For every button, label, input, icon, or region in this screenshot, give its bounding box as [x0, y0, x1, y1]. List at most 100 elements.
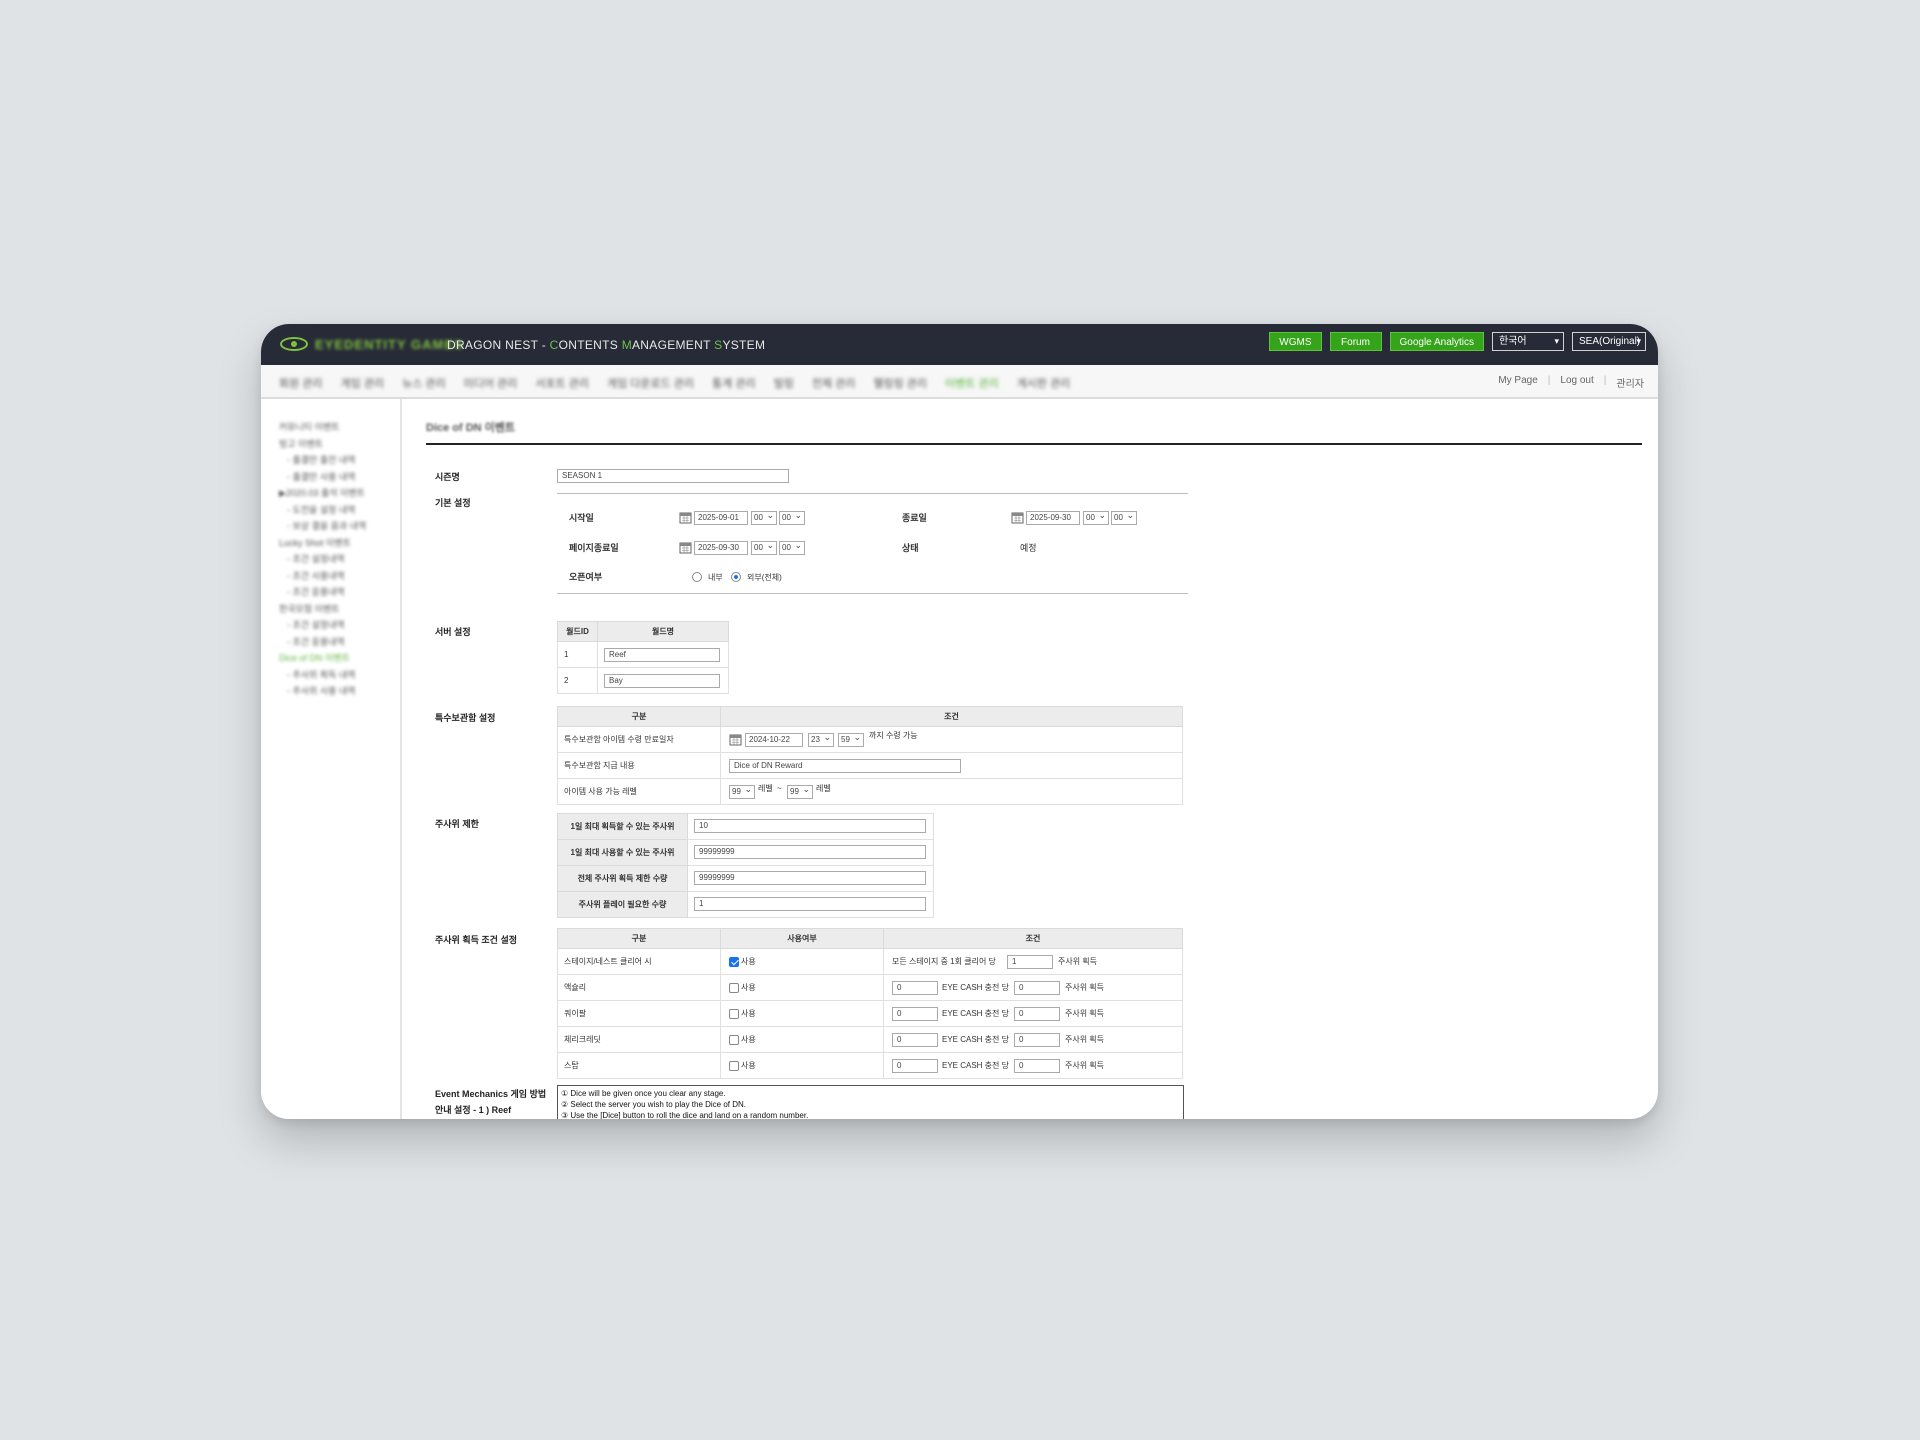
language-select[interactable]: 한국어 — [1492, 332, 1564, 351]
use-checkbox[interactable] — [729, 983, 739, 993]
start-minute-select[interactable]: 00 — [779, 509, 805, 525]
sidebar-item[interactable]: - 주사위 사용 내역 — [279, 683, 366, 700]
use-checkbox[interactable] — [729, 957, 739, 967]
sidebar-item[interactable]: - 조건 설정내역 — [279, 617, 366, 634]
use-checkbox[interactable] — [729, 1035, 739, 1045]
nav-item[interactable]: 이벤트 관리 — [945, 375, 999, 391]
start-hour-select[interactable]: 00 — [751, 509, 777, 525]
use-cell: 사용 — [720, 1026, 884, 1053]
table-row: 주사위 플레이 필요한 수량 1 — [557, 891, 934, 918]
end-date-input[interactable]: 2025-09-30 — [1026, 511, 1080, 525]
table-row: 2 Bay — [557, 667, 729, 694]
dice-limit-label: 주사위 제한 — [435, 819, 479, 829]
season-input[interactable]: SEASON 1 — [557, 469, 789, 483]
divider — [557, 493, 1188, 494]
calendar-icon[interactable] — [679, 541, 692, 554]
cash-dice-input[interactable]: 0 — [1014, 1059, 1060, 1073]
total-limit-input[interactable]: 99999999 — [694, 871, 926, 885]
calendar-icon[interactable] — [679, 511, 692, 524]
cash-dice-input[interactable]: 0 — [1014, 1033, 1060, 1047]
google-analytics-button[interactable]: Google Analytics — [1389, 332, 1484, 351]
use-label: 사용 — [741, 957, 756, 966]
min-level-select[interactable]: 99 — [729, 783, 755, 799]
divider — [557, 593, 1188, 594]
sidebar-item[interactable]: - 조건 응용내역 — [279, 584, 366, 601]
open-external-label: 외부(전체) — [747, 573, 782, 582]
nav-item[interactable]: 게시판 관리 — [1017, 375, 1071, 391]
expire-hour-select[interactable]: 23 — [808, 731, 834, 747]
column-header: 구분 — [557, 928, 721, 949]
logout-link[interactable]: Log out — [1560, 375, 1593, 390]
cash-amount-input[interactable]: 0 — [892, 1059, 938, 1073]
nav-item[interactable]: 게임 다운로드 관리 — [607, 375, 694, 391]
sidebar-item[interactable]: 빙고 이벤트 — [279, 436, 366, 453]
nav-item[interactable]: 빌링 — [774, 375, 794, 391]
stage-dice-input[interactable]: 1 — [1007, 955, 1053, 969]
nav-item[interactable]: 서포트 관리 — [535, 375, 589, 391]
play-required-input[interactable]: 1 — [694, 897, 926, 911]
daily-max-get-input[interactable]: 10 — [694, 819, 926, 833]
table-row: 특수보관함 지급 내용 Dice of DN Reward — [557, 752, 1183, 779]
sidebar-item[interactable]: 커뮤니티 이벤트 — [279, 419, 366, 436]
sidebar-item[interactable]: - 보상 결을 음과 내역 — [279, 518, 366, 535]
use-checkbox[interactable] — [729, 1061, 739, 1071]
sidebar-item[interactable]: Dice of DN 이벤트 — [279, 650, 366, 667]
start-date-input[interactable]: 2025-09-01 — [694, 511, 748, 525]
nav-item[interactable]: 웰링링 관리 — [873, 375, 927, 391]
nav-item[interactable]: 회원 관리 — [279, 375, 323, 391]
calendar-icon[interactable] — [729, 733, 742, 746]
open-internal-radio[interactable] — [692, 572, 702, 582]
page-end-minute-select[interactable]: 00 — [779, 539, 805, 555]
app-title-text: DRAGON NEST - CONTENTS MANAGEMENT SYSTEM — [447, 338, 766, 352]
reward-content-input[interactable]: Dice of DN Reward — [729, 759, 961, 773]
mechanics-textarea[interactable]: ① Dice will be given once you clear any … — [557, 1085, 1184, 1119]
use-cell: 사용 — [720, 974, 884, 1001]
dice-condition-table: 구분 사용여부 조건 스테이지/네스트 클리어 시 사용 모든 스테이지 중 1… — [557, 928, 1183, 1079]
use-checkbox[interactable] — [729, 1009, 739, 1019]
use-label: 사용 — [741, 1035, 756, 1044]
max-level-select[interactable]: 99 — [787, 783, 813, 799]
row-label: 스테이지/네스트 클리어 시 — [557, 948, 721, 975]
sidebar-item[interactable]: - 조건 응용내역 — [279, 634, 366, 651]
mechanics-line: ① Dice will be given once you clear any … — [561, 1089, 726, 1098]
sidebar-item[interactable]: ▶2020.03 출석 이벤트 — [279, 485, 366, 502]
row-header: 전체 주사위 획득 제한 수량 — [557, 865, 688, 892]
nav-item[interactable]: 게임 관리 — [341, 375, 385, 391]
open-external-radio[interactable] — [731, 572, 741, 582]
end-minute-select[interactable]: 00 — [1111, 509, 1137, 525]
sidebar-item[interactable]: - 출결만 사용 내역 — [279, 469, 366, 486]
cash-amount-input[interactable]: 0 — [892, 1007, 938, 1021]
end-hour-select[interactable]: 00 — [1083, 509, 1109, 525]
expire-date-input[interactable]: 2024-10-22 — [745, 733, 803, 747]
logo[interactable]: EYEDENTITY GAMES — [279, 336, 464, 352]
world-name-input[interactable]: Reef — [604, 647, 720, 662]
sidebar-item[interactable]: - 주사위 획득 내역 — [279, 667, 366, 684]
sidebar-item[interactable]: - 조건 사용내역 — [279, 568, 366, 585]
sidebar-item[interactable]: Lucky Shot 이벤트 — [279, 535, 366, 552]
cash-dice-input[interactable]: 0 — [1014, 981, 1060, 995]
wgms-button[interactable]: WGMS — [1269, 332, 1322, 351]
sidebar-item[interactable]: - 출결만 출전 내역 — [279, 452, 366, 469]
table-header-row: 월드ID 월드명 — [557, 621, 729, 642]
calendar-icon[interactable] — [1011, 511, 1024, 524]
sidebar-item[interactable]: - 도전을 설정 내역 — [279, 502, 366, 519]
cash-amount-input[interactable]: 0 — [892, 1033, 938, 1047]
sidebar-item[interactable]: 한국모험 이벤트 — [279, 601, 366, 618]
world-name-input[interactable]: Bay — [604, 673, 720, 688]
daily-max-use-input[interactable]: 99999999 — [694, 845, 926, 859]
page-end-date-label: 페이지종료일 — [569, 543, 619, 553]
page-end-hour-select[interactable]: 00 — [751, 539, 777, 555]
my-page-link[interactable]: My Page — [1498, 375, 1537, 390]
sidebar-item[interactable]: - 조건 설정내역 — [279, 551, 366, 568]
forum-button[interactable]: Forum — [1329, 332, 1382, 351]
cash-mid-text: EYE CASH 충전 당 — [942, 1009, 1009, 1018]
cash-dice-input[interactable]: 0 — [1014, 1007, 1060, 1021]
region-select[interactable]: SEA(Original) — [1572, 332, 1646, 351]
expire-minute-select[interactable]: 59 — [838, 731, 864, 747]
nav-item[interactable]: 뉴스 관리 — [402, 375, 446, 391]
nav-item[interactable]: 전체 관리 — [812, 375, 856, 391]
cash-amount-input[interactable]: 0 — [892, 981, 938, 995]
nav-item[interactable]: 미디어 관리 — [464, 375, 518, 391]
nav-item[interactable]: 통계 관리 — [712, 375, 756, 391]
page-end-date-input[interactable]: 2025-09-30 — [694, 541, 748, 555]
